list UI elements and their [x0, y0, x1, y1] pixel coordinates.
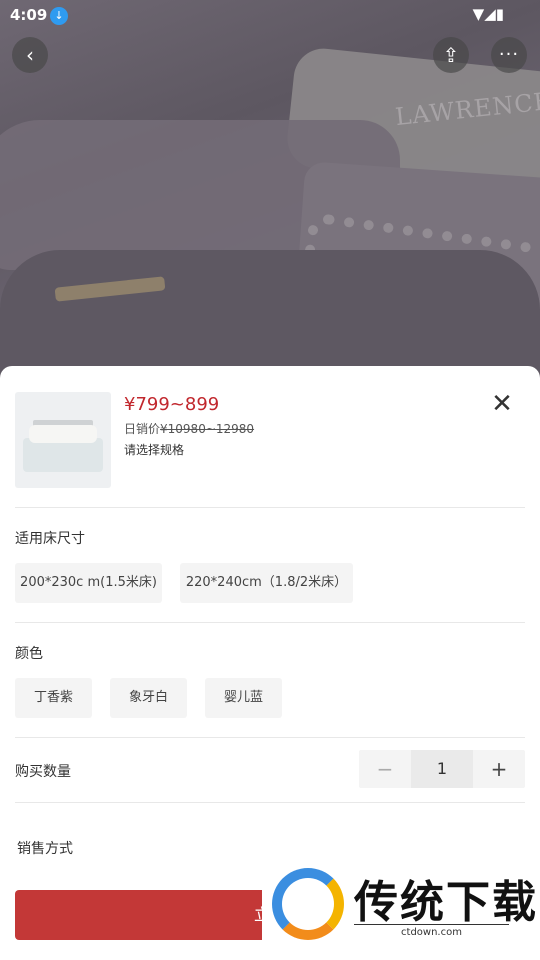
- option-bed-size-1[interactable]: 200*230c m(1.5米床): [15, 563, 162, 603]
- choose-spec-hint: 请选择规格: [124, 443, 185, 457]
- more-icon: ···: [498, 44, 520, 65]
- sales-method-title: 销售方式: [17, 841, 73, 857]
- watermark-url: ctdown.com: [354, 924, 509, 938]
- decrease-button[interactable]: −: [359, 750, 411, 788]
- close-button[interactable]: ✕: [488, 390, 516, 418]
- increase-button[interactable]: +: [473, 750, 525, 788]
- hero-bed-sheet: [0, 250, 540, 380]
- back-button[interactable]: ‹: [12, 37, 48, 73]
- download-icon: ↓: [50, 7, 68, 25]
- option-color-ivory[interactable]: 象牙白: [110, 678, 187, 718]
- divider: [15, 737, 525, 738]
- watermark: 传统下载 ctdown.com: [262, 862, 540, 960]
- share-icon: ⇪: [442, 43, 460, 67]
- original-price: ¥10980~12980: [160, 422, 255, 436]
- quantity-value[interactable]: 1: [411, 750, 473, 788]
- divider: [15, 507, 525, 508]
- thumb-bed: [23, 438, 103, 472]
- quantity-title: 购买数量: [15, 764, 71, 780]
- divider: [15, 802, 525, 803]
- watermark-title: 传统下载: [354, 877, 538, 928]
- option-color-lilac[interactable]: 丁香紫: [15, 678, 92, 718]
- more-button[interactable]: ···: [491, 37, 527, 73]
- chevron-left-icon: ‹: [26, 43, 34, 67]
- status-icons: ▼◢▮: [472, 5, 504, 23]
- divider: [15, 622, 525, 623]
- quantity-stepper: − 1 +: [359, 750, 525, 788]
- watermark-logo-icon: [272, 868, 344, 940]
- original-price-line: 日销价¥10980~12980: [124, 420, 254, 437]
- original-price-label: 日销价: [124, 422, 161, 436]
- share-button[interactable]: ⇪: [433, 37, 469, 73]
- status-time: 4:09: [10, 6, 48, 24]
- option-bed-size-2[interactable]: 220*240cm（1.8/2米床）: [180, 563, 353, 603]
- status-bar: 4:09 ↓ ▼◢▮: [0, 0, 540, 30]
- close-icon: ✕: [491, 389, 513, 419]
- option-color-baby-blue[interactable]: 婴儿蓝: [205, 678, 282, 718]
- thumb-pillows: [29, 425, 97, 443]
- product-thumbnail: [15, 392, 111, 488]
- price-range: ¥799~899: [124, 394, 220, 415]
- color-title: 颜色: [15, 646, 43, 662]
- bed-size-title: 适用床尺寸: [15, 531, 85, 547]
